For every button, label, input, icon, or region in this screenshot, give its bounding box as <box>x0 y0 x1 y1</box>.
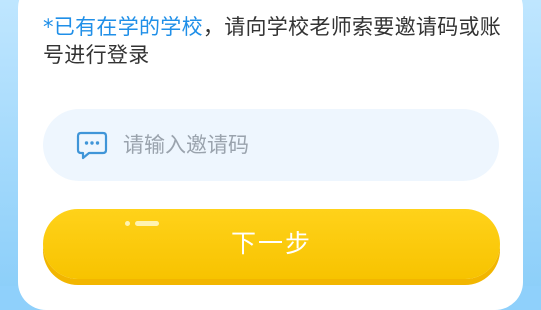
invite-code-input[interactable] <box>123 125 463 165</box>
notice-highlight: *已有在学的学校 <box>43 15 203 39</box>
chat-bubble-icon <box>76 130 108 160</box>
next-step-label: 下一步 <box>230 229 312 258</box>
invite-code-field[interactable] <box>43 109 499 181</box>
school-notice: *已有在学的学校，请向学校老师索要邀请码或账号进行登录 <box>43 13 508 69</box>
next-step-button[interactable]: 下一步 <box>43 209 500 279</box>
button-shine-dot <box>125 221 130 226</box>
button-shine-dash <box>135 221 159 226</box>
